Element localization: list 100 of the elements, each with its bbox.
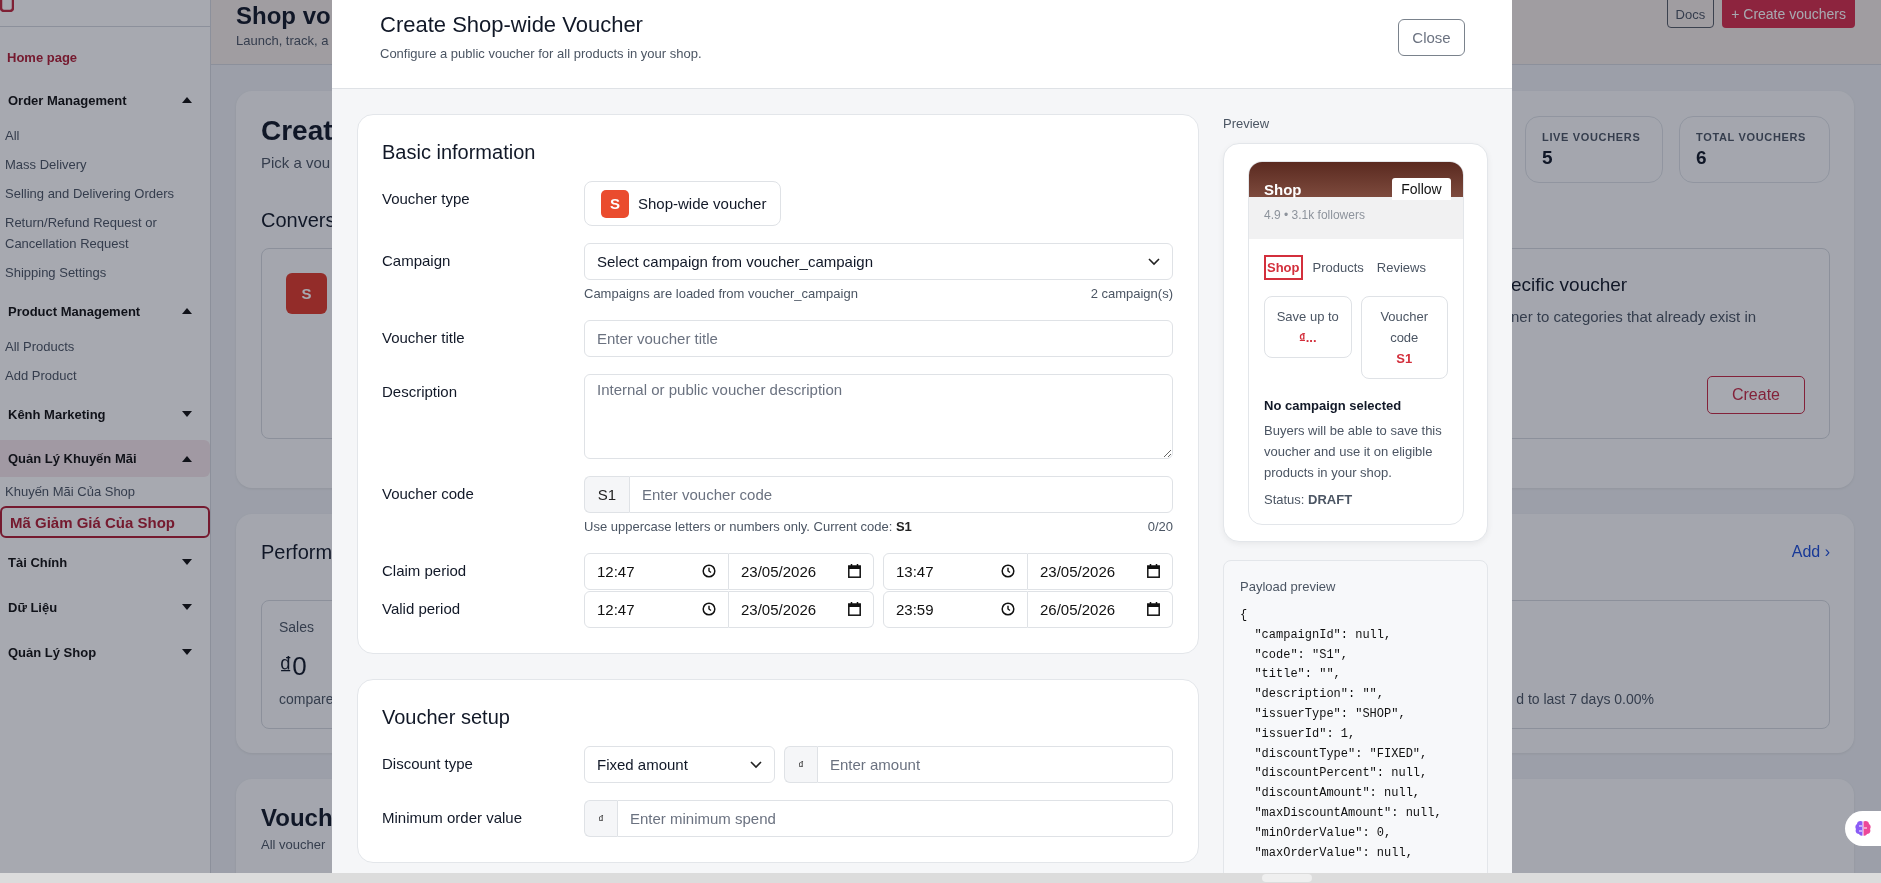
offer-value: ₫... (1298, 329, 1318, 347)
sidebar-group[interactable]: Product Management (0, 290, 210, 332)
sidebar-item[interactable]: Selling and Delivering Orders (0, 179, 210, 208)
sidebar-group[interactable]: Dữ Liệu (0, 586, 210, 628)
calendar-icon (1147, 564, 1160, 578)
field-label: Description (382, 382, 459, 402)
sidebar-item[interactable]: Khuyến Mãi Của Shop (0, 477, 210, 506)
sidebar-group[interactable]: Quản Lý Khuyến Mãi (0, 440, 210, 477)
section-title: Creat (261, 114, 333, 148)
offer-label: Voucher code (1379, 308, 1430, 347)
sidebar-item[interactable]: Add Product (0, 361, 210, 390)
input-field[interactable]: Enter amount (817, 746, 1173, 783)
sidebar-group[interactable]: Kênh Marketing (0, 393, 210, 435)
sidebar-item[interactable]: Shipping Settings (0, 258, 210, 287)
option-description: ner to categories that already exist in (1511, 307, 1757, 327)
letter-icon: S (601, 189, 629, 218)
clock-icon (1001, 564, 1015, 578)
field-label: Claim period (382, 561, 468, 581)
prefix-label: ₫ (784, 746, 817, 783)
letter-icon: S (286, 273, 327, 314)
caret-down-icon (182, 604, 192, 610)
preview-label: Preview (1223, 115, 1270, 133)
create-button[interactable]: Create (1707, 376, 1805, 414)
shop-tab[interactable]: Reviews (1373, 255, 1429, 280)
section-subtitle: Pick a vou (261, 153, 331, 173)
add-link[interactable]: Add › (1791, 543, 1830, 561)
time-field[interactable]: 12:47 (584, 553, 729, 590)
page-title: Shop vo (236, 2, 331, 30)
sidebar-item[interactable]: All (0, 121, 210, 150)
create-vouchers-button[interactable]: + Create vouchers (1722, 0, 1855, 28)
input-field[interactable]: Enter voucher code (629, 476, 1173, 513)
caret-down-icon (182, 559, 192, 565)
date-field[interactable]: 23/05/2026 (729, 591, 874, 628)
voucher-type-chip[interactable]: S Shop-wide voucher (584, 181, 782, 226)
prefix-label: ₫ (584, 800, 617, 837)
caret-up-icon (182, 308, 192, 314)
home-link[interactable]: Home page (0, 43, 210, 73)
calendar-icon (1147, 602, 1160, 616)
comparison-text: compare (279, 690, 334, 708)
dialog-title: Create Shop-wide Voucher (380, 11, 643, 39)
chevron-down-icon (1148, 257, 1160, 266)
payload-code: { "campaignId": null, "code": "S1", "title": "", "description": "", "issuerType": "SHOP", "issuerId": 1, "discountType": "FIXED", "discountPercent": null, "discountAmount": null, "maxDiscountAmount": null, "minOrderValue": 0, "maxOrderValue": null, (1240, 607, 1443, 862)
time-field[interactable]: 12:47 (584, 591, 729, 628)
stat-label: TOTAL VOUCHERS (1696, 131, 1807, 143)
field-label: Voucher title (382, 328, 466, 348)
field-label: Valid period (382, 599, 462, 619)
metric-label: Sales (279, 618, 315, 636)
status-text: Status: DRAFT (1264, 491, 1354, 509)
sidebar-group[interactable]: Tài Chính (0, 541, 210, 583)
input-field[interactable]: Enter voucher title (584, 320, 1173, 357)
option-title: ecific voucher (1511, 273, 1628, 297)
assistant-button[interactable] (1845, 811, 1881, 846)
section-subtitle: All voucher (261, 837, 326, 853)
field-label: Voucher code (382, 484, 475, 504)
chevron-down-icon (750, 760, 762, 769)
brain-icon (1853, 818, 1873, 839)
time-field[interactable]: 13:47 (883, 553, 1028, 590)
stat-value: 5 (1542, 147, 1553, 169)
date-field[interactable]: 23/05/2026 (1028, 553, 1173, 590)
payload-label: Payload preview (1240, 578, 1336, 596)
follow-button[interactable]: Follow (1392, 178, 1451, 200)
time-field[interactable]: 23:59 (883, 591, 1028, 628)
section-heading: Convers (261, 208, 336, 233)
campaign-select[interactable]: Select campaign from voucher_campaign (584, 243, 1173, 280)
caret-up-icon (182, 97, 192, 103)
sidebar-item[interactable]: All Products (0, 332, 210, 361)
stat-value: 6 (1696, 147, 1707, 169)
dialog-subtitle: Configure a public voucher for all products in your shop. (380, 45, 702, 63)
sidebar-group[interactable]: Quản Lý Shop (0, 631, 210, 673)
sidebar-item[interactable]: Mã Giảm Giá Của Shop (0, 506, 210, 538)
close-button[interactable]: Close (1398, 19, 1465, 56)
sidebar-group[interactable]: Order Management (0, 79, 210, 121)
shop-meta: 4.9 • 3.1k followers (1264, 208, 1365, 222)
input-field[interactable]: Enter minimum spend (617, 800, 1173, 837)
comparison-text: d to last 7 days 0.00% (1516, 690, 1654, 708)
field-label: Discount type (382, 754, 474, 774)
sidebar-item[interactable]: Mass Delivery (0, 150, 210, 179)
caret-down-icon (182, 411, 192, 417)
shop-name: Shop (1264, 181, 1302, 198)
hint-count: 0/20 (1147, 518, 1173, 536)
date-field[interactable]: 26/05/2026 (1028, 591, 1173, 628)
hint-text: Use uppercase letters or numbers only. Current code: S1 (584, 518, 912, 536)
textarea-field[interactable]: Internal or public voucher description (584, 374, 1173, 459)
hint-text: Campaigns are loaded from voucher_campaign (584, 285, 858, 303)
shop-tab[interactable]: Products (1309, 255, 1367, 280)
horizontal-scrollbar[interactable] (0, 873, 1881, 883)
field-label: Minimum order value (382, 808, 524, 828)
sidebar-item[interactable]: Return/Refund Request or Cancellation Request (0, 208, 210, 258)
field-label: Voucher type (382, 189, 471, 209)
discount-type-select[interactable]: Fixed amount (584, 746, 775, 783)
clock-icon (1001, 602, 1015, 616)
date-field[interactable]: 23/05/2026 (729, 553, 874, 590)
field-label: Campaign (382, 251, 452, 271)
docs-button[interactable]: Docs (1666, 0, 1715, 28)
calendar-icon (848, 602, 861, 616)
section-heading: Perform (261, 540, 333, 565)
shop-tab[interactable]: Shop (1264, 255, 1303, 280)
section-title: Vouch (261, 803, 333, 833)
offer-label: Save up to (1275, 308, 1340, 326)
calendar-icon (848, 564, 861, 578)
